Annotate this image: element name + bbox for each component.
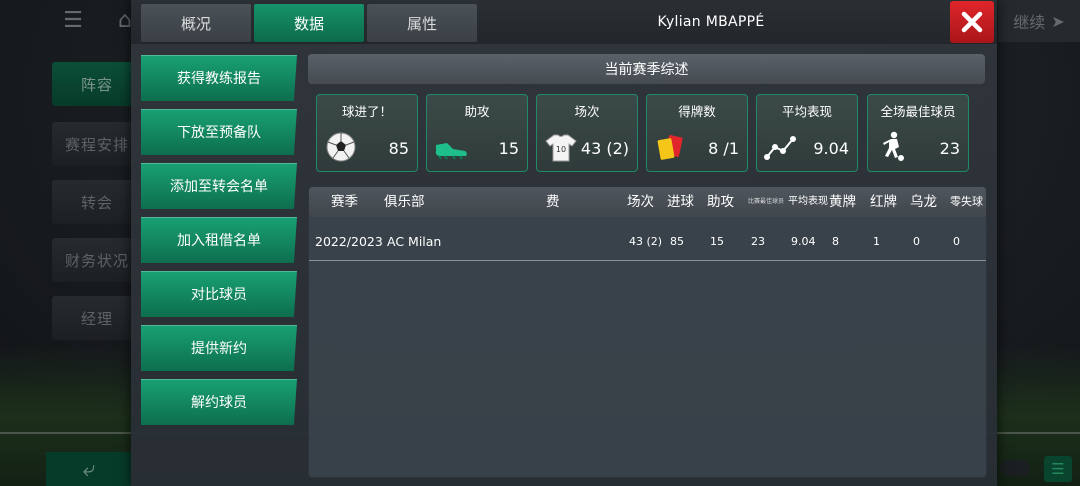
cell-own-goals: 0 [913, 235, 920, 248]
cell-assists: 15 [710, 235, 724, 248]
compare-player-button[interactable]: 对比球员 [141, 271, 297, 317]
close-icon [961, 11, 983, 33]
send-to-reserves-button[interactable]: 下放至预备队 [141, 109, 297, 155]
add-to-loan-list-button[interactable]: 加入租借名单 [141, 217, 297, 263]
release-player-button[interactable]: 解约球员 [141, 379, 297, 425]
cell-goals: 85 [670, 235, 684, 248]
modal-tab-bar: 概况 数据 属性 Kylian MBAPPÉ [131, 0, 997, 44]
col-season: 赛季 [331, 194, 358, 210]
player-icon [883, 131, 904, 161]
career-history-table: 赛季 俱乐部 费 场次 进球 助攻 比赛最佳球员 平均表现 黄牌 红牌 乌龙 零… [308, 186, 987, 478]
col-avg-rating: 平均表现 [788, 196, 828, 207]
stat-card-assists: 助攻 15 [426, 94, 528, 172]
stat-card-cards: 得牌数 8 /1 [646, 94, 748, 172]
player-stats-modal: 概况 数据 属性 Kylian MBAPPÉ 获得教练报告 下放至预备队 添加至… [131, 0, 997, 486]
offer-new-contract-button[interactable]: 提供新约 [141, 325, 297, 371]
close-button[interactable] [950, 1, 994, 43]
stat-card-appearances: 场次 10 43 (2) [536, 94, 638, 172]
jersey-icon: 10 [545, 134, 577, 162]
col-motm: 比赛最佳球员 [748, 198, 785, 205]
cards-icon [657, 135, 683, 160]
season-summary-header: 当前赛季综述 [308, 54, 985, 84]
tab-data[interactable]: 数据 [254, 4, 364, 42]
cell-avg-rating: 9.04 [791, 235, 816, 248]
col-clean-sheets: 零失球 [950, 195, 983, 208]
cell-season: 2022/2023 [315, 234, 383, 249]
football-icon [326, 132, 356, 162]
stat-card-goals: 球进了！ 85 [316, 94, 418, 172]
cell-clean-sheets: 0 [953, 235, 960, 248]
table-row[interactable]: 2022/2023 AC Milan 43 (2) 85 15 23 9.04 … [309, 224, 986, 261]
add-to-transfer-list-button[interactable]: 添加至转会名单 [141, 163, 297, 209]
col-fee: 费 [546, 194, 560, 210]
cell-motm: 23 [751, 235, 765, 248]
boot-icon [435, 143, 467, 160]
coach-report-button[interactable]: 获得教练报告 [141, 55, 297, 101]
col-apps: 场次 [627, 194, 654, 210]
col-club: 俱乐部 [384, 194, 425, 210]
trend-icon [764, 136, 796, 160]
tab-attributes[interactable]: 属性 [367, 4, 477, 42]
player-name: Kylian MBAPPÉ [657, 14, 765, 30]
cell-apps: 43 (2) [629, 235, 663, 248]
col-assists: 助攻 [707, 194, 734, 210]
col-yellow: 黄牌 [829, 194, 856, 210]
stat-card-avg-rating: 平均表现 9.04 [756, 94, 858, 172]
table-header: 赛季 俱乐部 费 场次 进球 助攻 比赛最佳球员 平均表现 黄牌 红牌 乌龙 零… [309, 187, 986, 217]
col-own-goals: 乌龙 [910, 194, 937, 210]
tab-overview[interactable]: 概况 [141, 4, 251, 42]
cell-club: AC Milan [387, 234, 442, 249]
svg-text:10: 10 [556, 145, 566, 154]
col-red: 红牌 [870, 194, 897, 210]
cell-red: 1 [873, 235, 880, 248]
col-goals: 进球 [667, 194, 694, 210]
cell-yellow: 8 [832, 235, 839, 248]
stat-card-motm: 全场最佳球员 23 [867, 94, 969, 172]
